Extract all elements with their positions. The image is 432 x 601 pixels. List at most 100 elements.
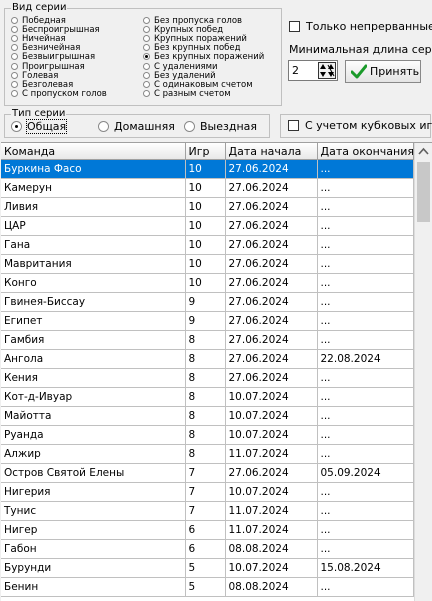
table-row[interactable]: Нигер 6 11.07.2024... xyxy=(1,520,414,540)
radio-button-icon[interactable] xyxy=(143,44,150,52)
table-row[interactable]: Буркина Фасо 10 27.06.2024... xyxy=(1,159,414,179)
spinner-arrows-icon[interactable] xyxy=(318,62,336,79)
radio-button-icon[interactable] xyxy=(11,35,18,43)
table-row[interactable]: Гана 10 27.06.2024... xyxy=(1,235,414,255)
series-type-option[interactable]: Домашняя xyxy=(98,120,175,134)
cell-team: ЦАР xyxy=(1,216,186,236)
cell-end-date: ... xyxy=(317,159,414,179)
cup-games-checkbox[interactable] xyxy=(288,120,299,131)
cell-start-date: 27.06.2024 xyxy=(225,292,318,312)
radio-label: С разным счетом xyxy=(154,88,231,99)
series-type-option[interactable]: Выездная xyxy=(184,120,257,134)
cell-team: Нигер xyxy=(1,520,186,540)
apply-button-label: Принять xyxy=(370,65,420,78)
table-row[interactable]: Египет 9 27.06.2024... xyxy=(1,311,414,331)
radio-button-icon[interactable] xyxy=(143,26,150,34)
table-row[interactable]: Майотта 8 10.07.2024... xyxy=(1,406,414,426)
radio-button-icon[interactable] xyxy=(98,121,109,132)
cell-team: Конго xyxy=(1,273,186,293)
vertical-scrollbar[interactable] xyxy=(414,143,432,601)
radio-button-icon[interactable] xyxy=(11,62,18,70)
cell-end-date: 22.08.2024 xyxy=(317,349,414,369)
cell-end-date: ... xyxy=(317,406,414,426)
min-length-spinner[interactable]: 2 xyxy=(288,60,338,81)
scroll-up-arrow-icon[interactable] xyxy=(415,143,432,160)
table-row[interactable]: Конго 10 27.06.2024... xyxy=(1,273,414,293)
column-header-end-date[interactable]: Дата окончания xyxy=(317,143,414,160)
table-row[interactable]: Камерун 10 27.06.2024... xyxy=(1,178,414,198)
cell-team: Бурунди xyxy=(1,558,186,578)
radio-button-icon[interactable] xyxy=(11,121,22,132)
cell-games: 7 xyxy=(185,463,226,483)
cell-team: Ливия xyxy=(1,197,186,217)
scrollbar-thumb[interactable] xyxy=(417,162,430,222)
min-length-value[interactable]: 2 xyxy=(292,64,299,77)
cup-games-label: С учетом кубковых игр xyxy=(305,119,432,132)
series-results-grid[interactable]: Команда Игр Дата начала Дата окончания Б… xyxy=(1,142,432,601)
table-row[interactable]: Тунис 7 11.07.2024... xyxy=(1,501,414,521)
cell-games: 7 xyxy=(185,482,226,502)
radio-button-icon[interactable] xyxy=(11,80,18,88)
radio-button-icon[interactable] xyxy=(143,53,150,61)
table-row[interactable]: Кот-д-Ивуар 8 10.07.2024... xyxy=(1,387,414,407)
cell-end-date: ... xyxy=(317,197,414,217)
radio-button-icon[interactable] xyxy=(143,89,150,97)
cell-games: 9 xyxy=(185,311,226,331)
table-row[interactable]: Кения 8 27.06.2024... xyxy=(1,368,414,388)
cell-start-date: 08.08.2024 xyxy=(225,577,318,597)
cell-games: 8 xyxy=(185,425,226,445)
table-row[interactable]: Остров Святой Елены 7 27.06.2024 05.09.2024 xyxy=(1,463,414,483)
table-row[interactable]: Ливия 10 27.06.2024... xyxy=(1,197,414,217)
cell-start-date: 11.07.2024 xyxy=(225,520,318,540)
cell-start-date: 27.06.2024 xyxy=(225,159,318,179)
radio-button-icon[interactable] xyxy=(143,35,150,43)
cell-games: 5 xyxy=(185,558,226,578)
cell-team: Габон xyxy=(1,539,186,559)
radio-button-icon[interactable] xyxy=(11,44,18,52)
cell-start-date: 27.06.2024 xyxy=(225,235,318,255)
table-row[interactable]: Руанда 8 10.07.2024... xyxy=(1,425,414,445)
table-row[interactable]: Бурунди 5 10.07.2024 15.08.2024 xyxy=(1,558,414,578)
cell-games: 10 xyxy=(185,159,226,179)
table-row[interactable]: Мавритания 10 27.06.2024... xyxy=(1,254,414,274)
table-row[interactable]: Гвинея-Биссау 9 27.06.2024... xyxy=(1,292,414,312)
radio-button-icon[interactable] xyxy=(143,80,150,88)
cell-team: Гвинея-Биссау xyxy=(1,292,186,312)
cell-games: 10 xyxy=(185,178,226,198)
cell-end-date: ... xyxy=(317,216,414,236)
cell-games: 8 xyxy=(185,444,226,464)
radio-button-icon[interactable] xyxy=(143,17,150,24)
table-row[interactable]: Бенин 5 08.08.2024... xyxy=(1,577,414,597)
radio-button-icon[interactable] xyxy=(11,71,18,79)
table-row[interactable]: ЦАР 10 27.06.2024... xyxy=(1,216,414,236)
table-row[interactable]: Гамбия 8 27.06.2024... xyxy=(1,330,414,350)
continuous-only-label: Только непрерванные xyxy=(306,20,432,33)
table-row[interactable]: Габон 6 08.08.2024... xyxy=(1,539,414,559)
cell-team: Тунис xyxy=(1,501,186,521)
continuous-only-checkbox[interactable] xyxy=(289,21,300,32)
radio-button-icon[interactable] xyxy=(184,121,195,132)
column-header-start-date[interactable]: Дата начала xyxy=(225,143,318,160)
cell-team: Остров Святой Елены xyxy=(1,463,186,483)
radio-button-icon[interactable] xyxy=(11,53,18,61)
series-kind-option[interactable]: С пропуском голов xyxy=(11,89,107,99)
cell-start-date: 27.06.2024 xyxy=(225,330,318,350)
cell-games: 10 xyxy=(185,273,226,293)
radio-button-icon[interactable] xyxy=(11,17,18,24)
table-row[interactable]: Нигерия 7 10.07.2024... xyxy=(1,482,414,502)
cell-team: Бенин xyxy=(1,577,186,597)
radio-button-icon[interactable] xyxy=(11,89,18,97)
radio-button-icon[interactable] xyxy=(143,62,150,70)
column-header-games[interactable]: Игр xyxy=(185,143,226,160)
cell-start-date: 27.06.2024 xyxy=(225,254,318,274)
radio-button-icon[interactable] xyxy=(143,71,150,79)
series-kind-option[interactable]: С разным счетом xyxy=(143,88,231,99)
series-type-option[interactable]: Общая xyxy=(11,119,68,134)
series-kind-title: Вид серии xyxy=(11,2,68,14)
apply-button[interactable]: Принять xyxy=(345,60,421,83)
table-row[interactable]: Ангола 8 27.06.2024 22.08.2024 xyxy=(1,349,414,369)
radio-button-icon[interactable] xyxy=(11,26,18,34)
cell-start-date: 11.07.2024 xyxy=(225,444,318,464)
column-header-team[interactable]: Команда xyxy=(1,143,186,160)
table-row[interactable]: Алжир 8 11.07.2024... xyxy=(1,444,414,464)
